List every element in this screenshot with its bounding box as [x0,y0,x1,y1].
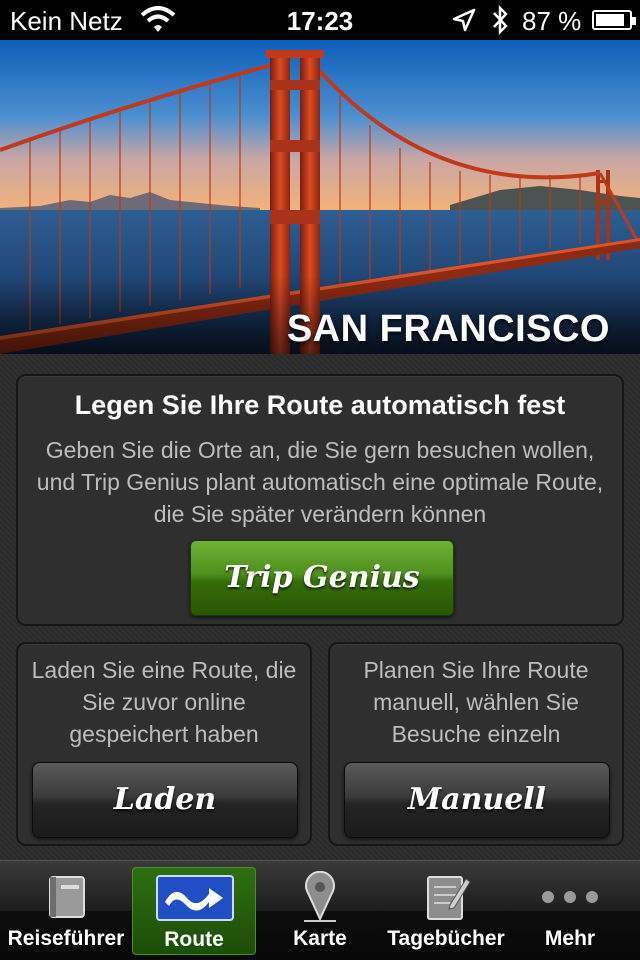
manual-route-card: Planen Sie Ihre Route manuell, wählen Si… [328,642,624,846]
map-pin-icon [304,871,336,922]
city-title: SAN FRANCISCO [286,308,610,350]
location-arrow-icon [452,8,476,32]
route-options-panel: Legen Sie Ihre Route automatisch fest Ge… [0,354,640,860]
battery-fill [596,14,624,26]
journal-icon [427,876,471,920]
battery-percent: 87 % [522,6,582,36]
tab-label: Tagebücher [387,927,505,950]
golden-gate-bridge-illustration [0,40,640,354]
auto-route-card: Legen Sie Ihre Route automatisch fest Ge… [16,374,624,626]
tab-label: Route [164,928,224,951]
tab-tagebuecher[interactable]: Tagebücher [384,867,508,955]
tab-mehr[interactable]: Mehr [508,867,632,955]
tab-reisefuehrer[interactable]: Reiseführer [4,867,128,955]
auto-route-description: Geben Sie die Orte an, die Sie gern besu… [36,437,604,527]
tab-karte[interactable]: Karte [258,867,382,955]
trip-genius-button[interactable]: Trip Genius [190,540,454,616]
tab-label: Karte [293,927,347,950]
load-route-card: Laden Sie eine Route, die Sie zuvor onli… [16,642,312,846]
load-route-description: Laden Sie eine Route, die Sie zuvor onli… [31,657,297,747]
manual-route-description: Planen Sie Ihre Route manuell, wählen Si… [363,657,589,747]
tab-bar: Reiseführer Route Karte Tagebücher Mehr [0,860,640,960]
manual-button[interactable]: Manuell [344,762,610,838]
battery-icon [592,10,636,30]
route-icon [156,875,234,921]
tab-label: Reiseführer [7,927,125,950]
auto-route-title: Legen Sie Ihre Route automatisch fest [74,390,566,420]
hero-image: SAN FRANCISCO [0,40,640,354]
status-bar: Kein Netz 17:23 87 % [0,0,640,40]
more-icon [542,891,598,903]
tab-label: Mehr [544,927,596,950]
tab-route[interactable]: Route [132,867,256,955]
bluetooth-icon [493,4,508,36]
load-button[interactable]: Laden [32,762,298,838]
guidebook-icon [49,876,85,918]
